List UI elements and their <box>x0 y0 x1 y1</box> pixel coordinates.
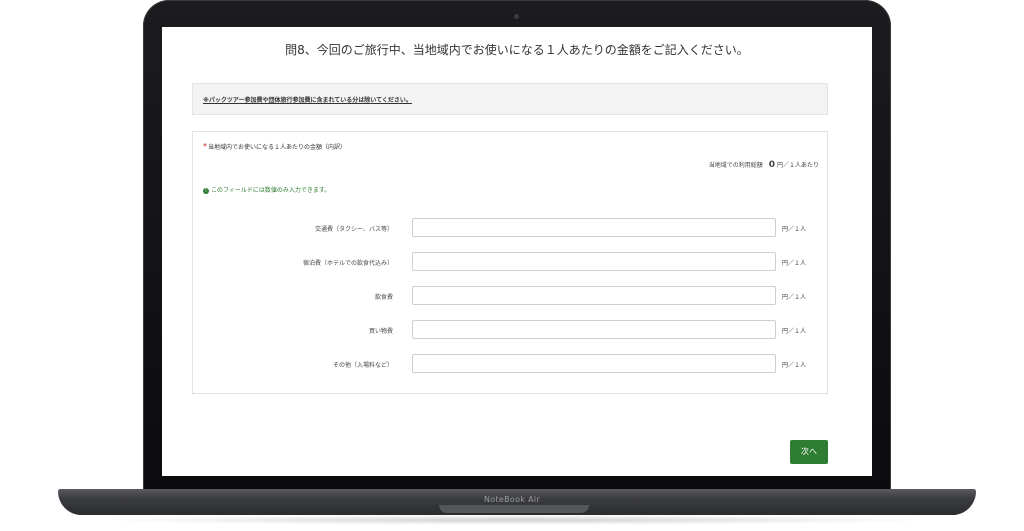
row-food: 飲食費 円／１人 <box>193 286 829 306</box>
amount-panel: *当地域内でお使いになる１人あたりの金額（内訳） 当地域での利用総額 0 円／１人あ… <box>192 131 828 394</box>
field-title: *当地域内でお使いになる１人あたりの金額（内訳） <box>203 142 346 151</box>
row-shopping: 買い物費 円／１人 <box>193 320 829 340</box>
row-label: 買い物費 <box>368 328 393 335</box>
shopping-cost-input[interactable] <box>412 320 776 339</box>
row-unit: 円／１人 <box>782 362 807 369</box>
field-title-text: 当地域内でお使いになる１人あたりの金額（内訳） <box>208 144 347 151</box>
row-unit: 円／１人 <box>782 294 807 301</box>
total-summary: 当地域での利用総額 0 円／１人あたり <box>709 160 819 170</box>
next-button[interactable]: 次へ <box>790 440 828 464</box>
lodging-cost-input[interactable] <box>412 252 776 271</box>
row-lodging: 宿泊費（ホテルでの飲食代込み） 円／１人 <box>193 252 829 272</box>
row-label: 宿泊費（ホテルでの飲食代込み） <box>302 260 393 267</box>
row-label: 交通費（タクシー、バス等） <box>315 226 393 233</box>
question-title: 問8、今回のご旅行中、当地域内でお使いになる１人あたりの金額をご記入ください。 <box>285 43 749 57</box>
info-icon: ! <box>203 187 209 194</box>
device-model-label: NoteBook Air <box>484 495 540 504</box>
notice-text: ※パックツアー参加費や団体旅行参加費に含まれている分は除いてください。 <box>203 97 412 104</box>
transport-cost-input[interactable] <box>412 218 776 237</box>
row-unit: 円／１人 <box>782 226 807 233</box>
laptop-shadow <box>90 515 940 525</box>
camera-icon <box>514 14 519 19</box>
row-other: その他（入場料など） 円／１人 <box>193 354 829 374</box>
input-hint: ! このフィールドには数値のみ入力できます。 <box>203 185 330 194</box>
food-cost-input[interactable] <box>412 286 776 305</box>
notice-box: ※パックツアー参加費や団体旅行参加費に含まれている分は除いてください。 <box>192 83 828 115</box>
total-value: 0 <box>768 160 775 170</box>
hint-text: このフィールドには数値のみ入力できます。 <box>211 187 331 194</box>
other-cost-input[interactable] <box>412 354 776 373</box>
row-transport: 交通費（タクシー、バス等） 円／１人 <box>193 218 829 238</box>
row-label: 飲食費 <box>374 294 393 301</box>
screen: 問8、今回のご旅行中、当地域内でお使いになる１人あたりの金額をご記入ください。 … <box>162 27 872 476</box>
required-mark: * <box>203 142 207 151</box>
laptop-hinge-notch <box>439 505 589 513</box>
total-label: 当地域での利用総額 <box>708 162 763 169</box>
total-unit: 円／１人あたり <box>776 162 819 169</box>
row-label: その他（入場料など） <box>332 362 393 369</box>
row-unit: 円／１人 <box>782 260 807 267</box>
row-unit: 円／１人 <box>782 328 807 335</box>
